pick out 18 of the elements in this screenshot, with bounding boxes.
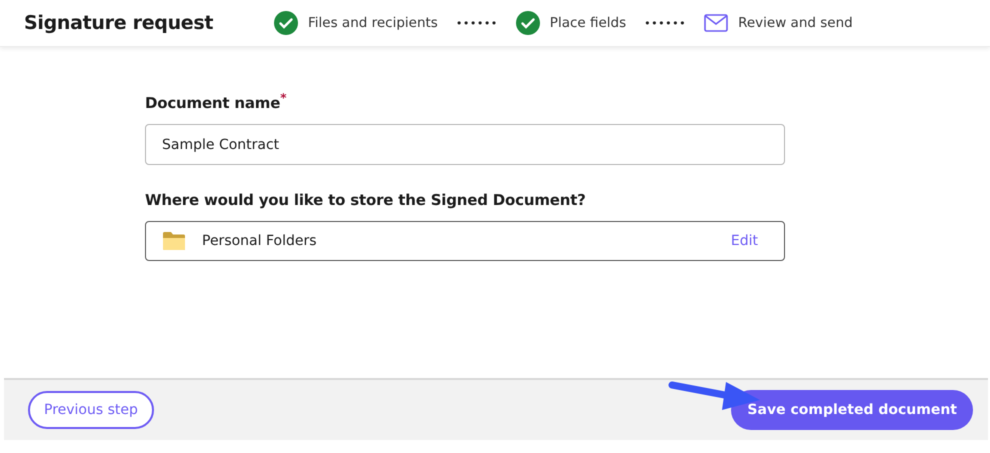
step-label: Place fields (550, 15, 626, 31)
edit-link[interactable]: Edit (730, 233, 758, 249)
step-separator: •••••• (644, 16, 686, 30)
previous-step-button[interactable]: Previous step (28, 391, 154, 429)
step-separator: •••••• (456, 16, 498, 30)
page-title: Signature request (24, 12, 214, 34)
folder-icon (162, 231, 186, 251)
envelope-icon (704, 14, 728, 32)
check-icon (274, 11, 298, 35)
document-name-field[interactable]: Sample Contract (145, 124, 785, 165)
step-label: Review and send (738, 15, 853, 31)
save-button[interactable]: Save completed document (731, 390, 973, 430)
field-label: Document name$^{*}$ (145, 91, 288, 112)
step-label: Files and recipients (308, 15, 438, 31)
folder-name: Personal Folders (202, 233, 318, 249)
check-icon (516, 11, 540, 35)
field-label: Where would you like to store the Signed Document? (145, 191, 587, 209)
storage-location-field[interactable]: Personal Folders Edit (145, 221, 785, 261)
